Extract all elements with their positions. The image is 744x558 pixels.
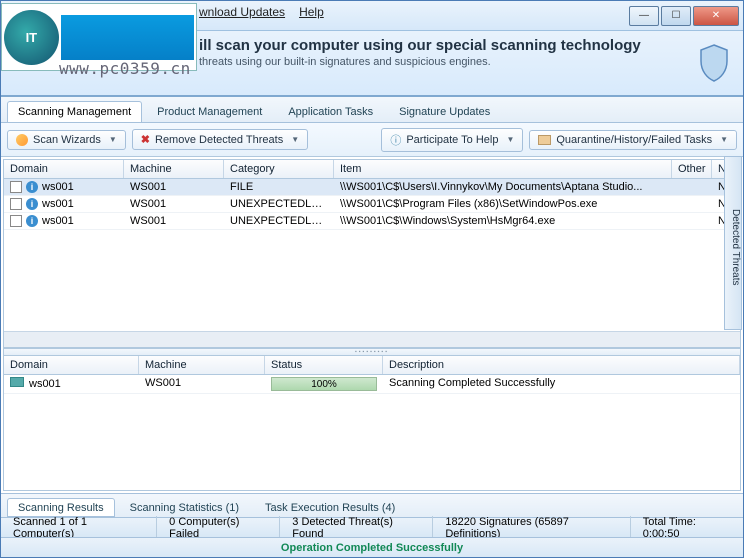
app-window: — ☐ ✕ IT www.pc0359.cn wnload Updates He… (0, 0, 744, 558)
info-icon: i (26, 181, 38, 193)
menu-download-updates[interactable]: wnload Updates (199, 5, 285, 19)
operation-status: Operation Completed Successfully (281, 542, 463, 554)
remove-threats-button[interactable]: ✖Remove Detected Threats▼ (132, 129, 308, 150)
col-description[interactable]: Description (383, 356, 740, 374)
grid-header: Domain Machine Status Description (4, 356, 740, 375)
status-failed: 0 Computer(s) Failed (157, 516, 280, 540)
tab-application-tasks[interactable]: Application Tasks (277, 101, 384, 122)
table-row[interactable]: iws001 WS001 UNEXPECTEDLOCATI... \\WS001… (4, 213, 740, 230)
grid-body[interactable]: iws001 WS001 FILE \\WS001\C$\Users\I.Vin… (4, 179, 740, 331)
menu-bar: wnload Updates Help (199, 5, 324, 19)
status-threats: 3 Detected Threat(s) Found (280, 516, 433, 540)
col-item[interactable]: Item (334, 160, 672, 178)
participate-button[interactable]: ⓘParticipate To Help▼ (381, 128, 523, 152)
grid-header: Domain Machine Category Item Other Na... (4, 160, 740, 179)
banner-title: ill scan your computer using our special… (199, 37, 641, 54)
threats-grid: Domain Machine Category Item Other Na...… (4, 160, 740, 348)
col-machine[interactable]: Machine (124, 160, 224, 178)
info-icon: ⓘ (390, 132, 401, 148)
table-row[interactable]: ws001 WS001 100% Scanning Completed Succ… (4, 375, 740, 394)
status-scanned: Scanned 1 of 1 Computer(s) (1, 516, 157, 540)
row-checkbox[interactable] (10, 215, 22, 227)
horizontal-scrollbar[interactable] (4, 331, 740, 347)
chevron-down-icon: ▼ (109, 135, 117, 144)
chevron-down-icon: ▼ (720, 135, 728, 144)
col-other[interactable]: Other (672, 160, 712, 178)
info-icon: i (26, 215, 38, 227)
col-domain[interactable]: Domain (4, 356, 139, 374)
main-tabs: Scanning Management Product Management A… (1, 97, 743, 123)
toolbar: Scan Wizards▼ ✖Remove Detected Threats▼ … (1, 123, 743, 157)
shield-icon (697, 43, 731, 83)
tab-task-execution-results[interactable]: Task Execution Results (4) (254, 498, 406, 517)
watermark-text: www.pc0359.cn (59, 59, 191, 78)
chevron-down-icon: ▼ (506, 135, 514, 144)
row-checkbox[interactable] (10, 198, 22, 210)
minimize-button[interactable]: — (629, 6, 659, 26)
status-time: Total Time: 0:00:50 (631, 516, 743, 540)
tab-scanning-statistics[interactable]: Scanning Statistics (1) (119, 498, 250, 517)
tab-scanning-management[interactable]: Scanning Management (7, 101, 142, 122)
folder-icon (538, 135, 551, 145)
splitter-handle[interactable]: ▪▪▪▪▪▪▪▪▪ (4, 348, 740, 356)
status-grid: Domain Machine Status Description ws001 … (4, 356, 740, 490)
col-status[interactable]: Status (265, 356, 383, 374)
table-row[interactable]: iws001 WS001 UNEXPECTEDLOCATI... \\WS001… (4, 196, 740, 213)
wand-icon (16, 134, 28, 146)
col-machine[interactable]: Machine (139, 356, 265, 374)
banner: IT www.pc0359.cn wnload Updates Help ill… (1, 31, 743, 97)
detected-threats-sidebar[interactable]: Detected Threats (724, 156, 742, 330)
close-button[interactable]: ✕ (693, 6, 739, 26)
menu-help[interactable]: Help (299, 5, 324, 19)
logo-bar (61, 15, 194, 60)
bottom-tabs: Scanning Results Scanning Statistics (1)… (1, 493, 743, 517)
tab-scanning-results[interactable]: Scanning Results (7, 498, 115, 517)
tab-product-management[interactable]: Product Management (146, 101, 273, 122)
col-category[interactable]: Category (224, 160, 334, 178)
grid-body[interactable]: ws001 WS001 100% Scanning Completed Succ… (4, 375, 740, 490)
row-checkbox[interactable] (10, 181, 22, 193)
status-bar-operation: Operation Completed Successfully (1, 537, 743, 557)
tab-signature-updates[interactable]: Signature Updates (388, 101, 501, 122)
status-bar: Scanned 1 of 1 Computer(s) 0 Computer(s)… (1, 517, 743, 537)
content-area: Domain Machine Category Item Other Na...… (3, 159, 741, 491)
maximize-button[interactable]: ☐ (661, 6, 691, 26)
quarantine-button[interactable]: Quarantine/History/Failed Tasks▼ (529, 130, 737, 150)
logo-icon: IT (4, 10, 59, 65)
status-signatures: 18220 Signatures (65897 Definitions) (433, 516, 630, 540)
computer-icon (10, 377, 24, 387)
scan-wizards-button[interactable]: Scan Wizards▼ (7, 130, 126, 150)
progress-bar: 100% (271, 377, 377, 391)
delete-icon: ✖ (141, 133, 150, 146)
banner-subtitle: threats using our built-in signatures an… (199, 56, 641, 68)
info-icon: i (26, 198, 38, 210)
chevron-down-icon: ▼ (291, 135, 299, 144)
col-domain[interactable]: Domain (4, 160, 124, 178)
table-row[interactable]: iws001 WS001 FILE \\WS001\C$\Users\I.Vin… (4, 179, 740, 196)
